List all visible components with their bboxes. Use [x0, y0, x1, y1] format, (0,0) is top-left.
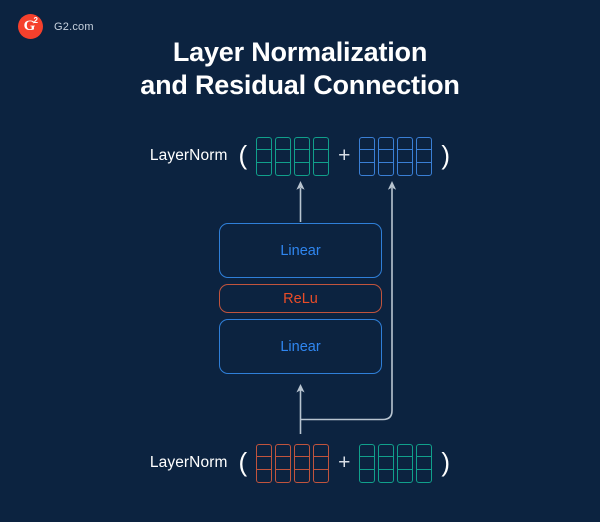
- attention-output-vector: [256, 443, 330, 483]
- vector-cell-segment: [417, 163, 431, 175]
- layer-box-linear-bottom[interactable]: Linear: [219, 319, 382, 374]
- layer-box-relu[interactable]: ReLu: [219, 284, 382, 313]
- input-equation: LayerNorm ( + ): [0, 440, 600, 486]
- vector-cell-segment: [314, 163, 328, 175]
- vector-cell-segment: [295, 470, 309, 482]
- layer-box-linear-top-label: Linear: [280, 242, 321, 259]
- feedforward-layer-stack: Linear ReLu Linear: [219, 223, 382, 374]
- vector-cell-segment: [417, 457, 432, 470]
- vector-cell: [275, 443, 292, 483]
- vector-cell: [256, 443, 273, 483]
- vector-cell: [359, 136, 376, 176]
- vector-cell: [416, 136, 433, 176]
- vector-cell-segment: [379, 138, 394, 151]
- output-equation: LayerNorm ( + ): [0, 133, 600, 179]
- vector-cell-segment: [398, 445, 413, 458]
- vector-cell-segment: [360, 470, 374, 482]
- linear-to-output-arrow: [296, 181, 305, 222]
- vector-cell-segment: [257, 163, 271, 175]
- vector-cell-segment: [257, 445, 272, 458]
- vector-cell-segment: [314, 138, 329, 151]
- vector-cell-segment: [314, 470, 328, 482]
- vector-cell-segment: [314, 445, 329, 458]
- vector-cell-segment: [360, 138, 375, 151]
- vector-cell-segment: [379, 457, 394, 470]
- layer-box-linear-top[interactable]: Linear: [219, 223, 382, 278]
- vector-cell-segment: [398, 163, 412, 175]
- vector-cell-segment: [276, 163, 290, 175]
- residual-input-vector: [359, 136, 433, 176]
- vector-cell-segment: [295, 138, 310, 151]
- input-to-linear-arrow: [296, 384, 305, 434]
- vector-cell: [275, 136, 292, 176]
- g2-logo-superscript: 2: [33, 16, 38, 25]
- vector-cell: [294, 443, 311, 483]
- output-plus-operator: +: [338, 143, 351, 167]
- vector-cell-segment: [276, 138, 291, 151]
- vector-cell-segment: [295, 445, 310, 458]
- output-layernorm-label: LayerNorm: [149, 147, 228, 164]
- page-title-line-1: Layer Normalization: [172, 37, 428, 67]
- vector-cell-segment: [417, 138, 432, 151]
- vector-cell-segment: [295, 163, 309, 175]
- vector-cell: [378, 136, 395, 176]
- attention-residual-vector: [359, 443, 433, 483]
- vector-cell-segment: [379, 163, 393, 175]
- feedforward-output-vector: [256, 136, 330, 176]
- vector-cell-segment: [398, 150, 413, 163]
- vector-cell: [294, 136, 311, 176]
- layer-box-relu-label: ReLu: [283, 290, 318, 307]
- layer-box-linear-bottom-label: Linear: [280, 338, 321, 355]
- vector-cell: [359, 443, 376, 483]
- vector-cell: [313, 136, 330, 176]
- output-close-paren: ): [441, 140, 451, 170]
- vector-cell-segment: [257, 470, 271, 482]
- vector-cell-segment: [276, 150, 291, 163]
- vector-cell: [397, 443, 414, 483]
- input-close-paren: ): [441, 447, 451, 477]
- vector-cell-segment: [417, 470, 431, 482]
- vector-cell: [397, 136, 414, 176]
- vector-cell: [378, 443, 395, 483]
- page-title: Layer Normalization and Residual Connect…: [0, 36, 600, 102]
- vector-cell-segment: [360, 163, 374, 175]
- vector-cell-segment: [276, 445, 291, 458]
- vector-cell-segment: [417, 445, 432, 458]
- vector-cell: [313, 443, 330, 483]
- vector-cell-segment: [276, 457, 291, 470]
- vector-cell-segment: [379, 445, 394, 458]
- vector-cell-segment: [257, 138, 272, 151]
- input-layernorm-label: LayerNorm: [149, 454, 228, 471]
- vector-cell-segment: [398, 470, 412, 482]
- brand-name: G2.com: [54, 20, 94, 33]
- vector-cell: [416, 443, 433, 483]
- vector-cell-segment: [360, 445, 375, 458]
- input-plus-operator: +: [338, 450, 351, 474]
- vector-cell-segment: [314, 457, 329, 470]
- vector-cell-segment: [360, 150, 375, 163]
- vector-cell-segment: [398, 138, 413, 151]
- vector-cell-segment: [295, 150, 310, 163]
- vector-cell-segment: [398, 457, 413, 470]
- vector-cell-segment: [417, 150, 432, 163]
- page-title-line-2: and Residual Connection: [140, 69, 460, 100]
- vector-cell-segment: [314, 150, 329, 163]
- vector-cell-segment: [360, 457, 375, 470]
- vector-cell-segment: [295, 457, 310, 470]
- vector-cell-segment: [257, 150, 272, 163]
- vector-cell-segment: [257, 457, 272, 470]
- output-open-paren: (: [238, 140, 248, 170]
- vector-cell-segment: [379, 150, 394, 163]
- input-open-paren: (: [238, 447, 248, 477]
- vector-cell-segment: [379, 470, 393, 482]
- vector-cell: [256, 136, 273, 176]
- vector-cell-segment: [276, 470, 290, 482]
